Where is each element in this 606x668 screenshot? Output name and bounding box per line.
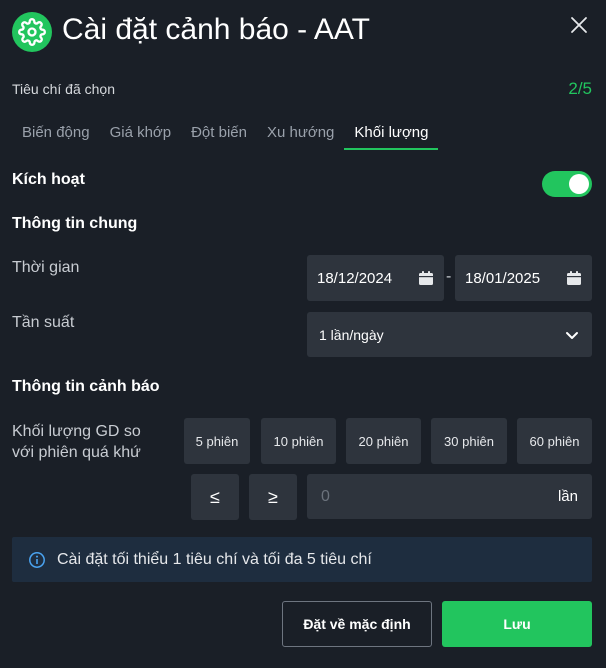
tab-bien-dong[interactable]: Biến động	[12, 118, 100, 150]
volume-multiplier-field: lần	[307, 474, 592, 519]
tab-xu-huong[interactable]: Xu hướng	[257, 118, 344, 150]
activation-toggle[interactable]	[542, 171, 592, 197]
close-icon[interactable]	[566, 12, 592, 38]
date-separator: -	[446, 268, 452, 285]
tab-gia-khop[interactable]: Giá khớp	[100, 118, 182, 150]
frequency-value: 1 lần/ngày	[319, 326, 384, 343]
unit-label: lần	[557, 488, 578, 505]
session-30-button[interactable]: 30 phiên	[431, 418, 507, 464]
tab-khoi-luong[interactable]: Khối lượng	[344, 118, 439, 150]
greater-equal-button[interactable]: ≥	[249, 474, 297, 520]
session-10-button[interactable]: 10 phiên	[261, 418, 336, 464]
criteria-count: 2/5	[568, 79, 592, 98]
alert-heading: Thông tin cảnh báo	[12, 378, 160, 395]
criteria-tabs: Biến động Giá khớp Đột biến Xu hướng Khố…	[12, 118, 439, 150]
save-button[interactable]: Lưu	[442, 601, 592, 647]
volume-compare-label: Khối lượng GD so với phiên quá khứ	[12, 423, 141, 461]
info-icon	[29, 551, 45, 568]
tab-dot-bien[interactable]: Đột biến	[181, 118, 257, 150]
settings-gear-icon	[12, 12, 52, 52]
volume-multiplier-input[interactable]	[321, 487, 501, 506]
frequency-select[interactable]: 1 lần/ngày	[307, 312, 592, 357]
info-text: Cài đặt tối thiểu 1 tiêu chí và tối đa 5…	[57, 550, 372, 568]
info-banner: Cài đặt tối thiểu 1 tiêu chí và tối đa 5…	[12, 537, 592, 582]
date-to-field[interactable]: 18/01/2025	[455, 255, 592, 301]
reset-default-button[interactable]: Đặt về mặc định	[282, 601, 432, 647]
less-equal-button[interactable]: ≤	[191, 474, 239, 520]
session-5-button[interactable]: 5 phiên	[184, 418, 250, 464]
general-heading: Thông tin chung	[12, 215, 138, 232]
chevron-down-icon	[566, 331, 578, 339]
session-60-button[interactable]: 60 phiên	[517, 418, 592, 464]
criteria-label: Tiêu chí đã chọn	[12, 81, 115, 97]
time-label: Thời gian	[12, 259, 80, 276]
date-from-value: 18/12/2024	[317, 269, 393, 287]
frequency-label: Tần suất	[12, 314, 75, 331]
calendar-icon	[419, 271, 433, 285]
date-from-field[interactable]: 18/12/2024	[307, 255, 444, 301]
calendar-icon	[567, 271, 581, 285]
toggle-knob	[569, 174, 589, 194]
activation-label: Kích hoạt	[12, 171, 85, 188]
dialog-title: Cài đặt cảnh báo - AAT	[62, 13, 370, 46]
session-20-button[interactable]: 20 phiên	[346, 418, 421, 464]
date-to-value: 18/01/2025	[465, 269, 541, 287]
